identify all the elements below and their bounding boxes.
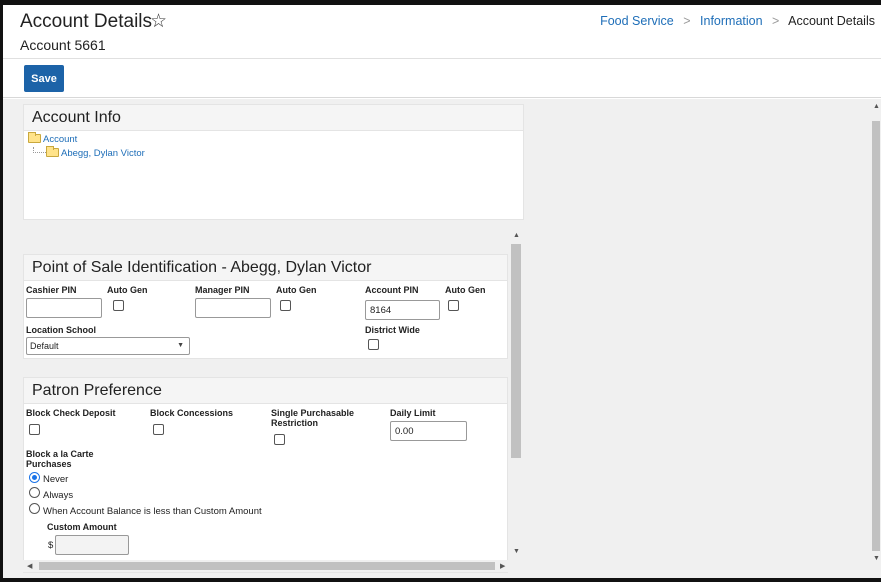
- folder-icon: [46, 146, 59, 157]
- scroll-up-icon[interactable]: ▲: [873, 103, 880, 110]
- block-alacarte-label: Block a la Carte Purchases: [26, 449, 94, 469]
- auto-gen-label-2: Auto Gen: [276, 285, 317, 295]
- currency-symbol: $: [48, 540, 54, 551]
- action-toolbar: Save: [3, 58, 881, 98]
- location-school-label: Location School: [26, 325, 97, 335]
- page-title: Account Details: [20, 11, 153, 32]
- tree-connector: [33, 147, 46, 153]
- window-frame-top: [0, 0, 881, 5]
- chevron-right-icon: >: [683, 14, 691, 28]
- detail-vertical-scrollbar[interactable]: ▲ ▼: [510, 232, 522, 570]
- detail-vertical-scroll-thumb[interactable]: [511, 244, 521, 458]
- page-vertical-scrollbar[interactable]: ▲ ▼: [870, 99, 881, 578]
- detail-scroll-pane: Point of Sale Identification - Abegg, Dy…: [20, 236, 520, 576]
- page-subtitle: Account 5661: [20, 37, 106, 53]
- block-concessions-checkbox[interactable]: [153, 424, 164, 435]
- detail-horizontal-scrollbar[interactable]: ◀ ▶: [23, 560, 509, 572]
- patron-preference-panel: Patron Preference Block Check Deposit Bl…: [23, 377, 508, 573]
- location-school-select[interactable]: Default ▼: [26, 337, 190, 355]
- radio-always[interactable]: [29, 487, 40, 498]
- detail-horizontal-scroll-thumb[interactable]: [39, 562, 495, 570]
- account-pin-label: Account PIN: [365, 285, 419, 295]
- single-purchasable-label: Single Purchasable Restriction: [271, 408, 355, 428]
- auto-gen-label-1: Auto Gen: [107, 285, 148, 295]
- auto-gen-label-3: Auto Gen: [445, 285, 486, 295]
- radio-custom-amount-label: When Account Balance is less than Custom…: [43, 506, 262, 517]
- single-purchasable-checkbox[interactable]: [274, 434, 285, 445]
- block-check-deposit-checkbox[interactable]: [29, 424, 40, 435]
- location-school-value: Default: [30, 341, 59, 351]
- daily-limit-label: Daily Limit: [390, 408, 436, 418]
- scroll-down-icon[interactable]: ▼: [873, 555, 880, 562]
- manager-pin-input[interactable]: [195, 298, 271, 318]
- block-concessions-label: Block Concessions: [150, 408, 234, 418]
- account-tree: Account Abegg, Dylan Victor: [24, 131, 523, 162]
- scroll-right-icon[interactable]: ▶: [500, 562, 505, 570]
- account-info-panel: Account Info Account Abegg, Dylan Victor: [23, 104, 524, 220]
- district-wide-checkbox[interactable]: [368, 339, 379, 350]
- tree-link-account[interactable]: Account: [43, 134, 77, 145]
- account-info-title: Account Info: [24, 105, 523, 131]
- tree-item-student: Abegg, Dylan Victor: [28, 146, 519, 159]
- scroll-left-icon[interactable]: ◀: [27, 562, 32, 570]
- chevron-right-icon: >: [772, 14, 780, 28]
- content-area: Account Info Account Abegg, Dylan Victor…: [3, 99, 870, 578]
- cashier-pin-input[interactable]: [26, 298, 102, 318]
- scroll-down-icon[interactable]: ▼: [513, 548, 520, 555]
- chevron-down-icon: ▼: [177, 342, 184, 349]
- radio-never[interactable]: [29, 472, 40, 483]
- page-vertical-scroll-thumb[interactable]: [872, 121, 880, 551]
- account-pin-input[interactable]: [365, 300, 440, 320]
- account-auto-gen-checkbox[interactable]: [448, 300, 459, 311]
- window-frame-bottom: [0, 578, 881, 582]
- cashier-auto-gen-checkbox[interactable]: [113, 300, 124, 311]
- patron-preference-title: Patron Preference: [24, 378, 507, 404]
- tree-link-student[interactable]: Abegg, Dylan Victor: [61, 148, 145, 159]
- breadcrumb-current: Account Details: [788, 14, 875, 28]
- tree-item-account: Account: [28, 132, 519, 145]
- cashier-pin-label: Cashier PIN: [26, 285, 77, 295]
- manager-pin-label: Manager PIN: [195, 285, 250, 295]
- custom-amount-label: Custom Amount: [47, 522, 117, 532]
- radio-never-label: Never: [43, 474, 69, 485]
- breadcrumb: Food Service > Information > Account Det…: [600, 14, 875, 28]
- breadcrumb-information[interactable]: Information: [700, 14, 763, 28]
- pos-panel: Point of Sale Identification - Abegg, Dy…: [23, 254, 508, 359]
- manager-auto-gen-checkbox[interactable]: [280, 300, 291, 311]
- daily-limit-input[interactable]: [390, 421, 467, 441]
- custom-amount-input[interactable]: [55, 535, 129, 555]
- star-icon[interactable]: ☆: [150, 10, 167, 33]
- district-wide-label: District Wide: [365, 325, 420, 335]
- radio-custom-amount[interactable]: [29, 503, 40, 514]
- breadcrumb-food-service[interactable]: Food Service: [600, 14, 674, 28]
- radio-always-label: Always: [43, 490, 74, 501]
- save-button[interactable]: Save: [24, 65, 64, 92]
- folder-icon: [28, 132, 41, 143]
- pos-title: Point of Sale Identification - Abegg, Dy…: [24, 255, 507, 281]
- scroll-up-icon[interactable]: ▲: [513, 232, 520, 239]
- block-check-deposit-label: Block Check Deposit: [26, 408, 116, 418]
